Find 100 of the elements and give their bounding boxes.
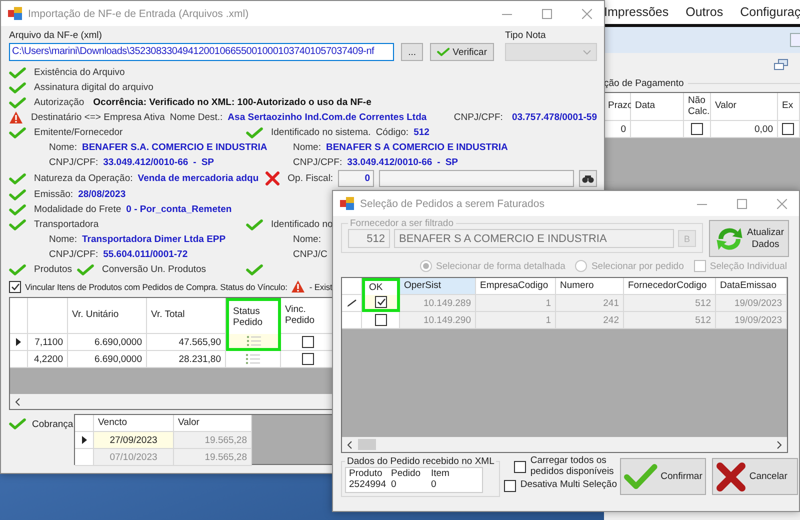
lookup-button[interactable] — [579, 170, 597, 187]
field-value: 2524994 — [349, 480, 387, 491]
field-label: Identificado no sistema. — [271, 127, 371, 138]
column-header[interactable]: OK — [362, 278, 400, 295]
warning-icon — [9, 111, 23, 124]
field-label: Assinatura digital do arquivo — [34, 82, 154, 93]
confirm-button[interactable]: Confirmar — [620, 458, 706, 495]
column-header[interactable]: Data — [631, 93, 684, 121]
cancel-button[interactable]: Cancelar — [712, 458, 798, 495]
column-header[interactable]: Ex — [778, 93, 800, 121]
row-header[interactable] — [342, 295, 362, 312]
checkbox[interactable] — [302, 353, 314, 365]
checkbox[interactable] — [504, 480, 516, 492]
field-value: 55.604.011/0001-72 — [103, 249, 188, 260]
field-value: BENAFER S.A. COMERCIO E INDUSTRIA — [82, 142, 268, 153]
close-icon — [777, 198, 787, 208]
check-icon — [246, 264, 263, 276]
field-label: CNPJ/CPF: — [49, 157, 98, 168]
field-label: CNPJ/CPF: — [454, 112, 504, 123]
table-cell: 512 — [624, 312, 716, 329]
table-cell: 07/10/2023 — [94, 449, 174, 466]
field-value: 0 — [391, 480, 398, 491]
radio-label: Selecionar por pedido — [591, 260, 684, 272]
window-title: Seleção de Pedidos a serem Faturados — [360, 198, 546, 210]
row-header[interactable] — [75, 432, 94, 449]
check-icon — [437, 47, 450, 57]
column-header[interactable]: Valor — [174, 415, 252, 432]
status-message: Ocorrência: Verificado no XML: 100-Autorizado o uso da NF-e — [93, 97, 372, 108]
list-icon — [246, 354, 260, 364]
maximize-icon — [542, 8, 552, 18]
table-cell: 6.690,0000 — [68, 351, 147, 368]
field-label: Item — [431, 469, 450, 480]
field-label: Modalidade do Frete — [34, 204, 122, 215]
app-icon — [8, 7, 22, 20]
field-value: BENAFER S A COMERCIO E INDUSTRIA — [326, 142, 508, 153]
table-cell: 6.690,0000 — [68, 334, 147, 351]
column-header[interactable]: Numero — [556, 278, 624, 295]
maximize-icon — [737, 198, 747, 208]
group-title: ção de Pagamento — [604, 78, 684, 88]
checkbox[interactable] — [782, 123, 794, 135]
caret-icon — [583, 50, 591, 54]
check-icon — [246, 126, 263, 138]
field-label: CNPJ/CPF: — [49, 249, 98, 260]
checkbox[interactable] — [302, 336, 314, 348]
table-cell: 512 — [624, 295, 716, 312]
windows-icon — [774, 58, 788, 70]
column-header[interactable]: Vencto — [94, 415, 174, 432]
cross-icon — [264, 171, 280, 186]
close-icon — [582, 8, 592, 18]
op-fiscal-field[interactable]: 0 — [338, 170, 374, 187]
checkbox[interactable] — [9, 280, 21, 292]
verify-button[interactable]: Verificar — [430, 43, 494, 61]
table-cell: 10.149.290 — [400, 312, 476, 329]
lookup-field[interactable] — [379, 170, 574, 187]
horizontal-scrollbar[interactable] — [342, 437, 787, 452]
checkbox[interactable] — [691, 123, 703, 135]
table-cell: 19.565,28 — [174, 449, 252, 466]
column-header[interactable]: Vr. Unitário — [68, 298, 147, 334]
menu-item[interactable]: Outros — [686, 5, 724, 19]
checkbox-label: Seleção Individual — [710, 260, 787, 272]
checkbox[interactable] — [375, 296, 387, 308]
column-header[interactable]: Valor — [711, 93, 778, 121]
table-cell: 1 — [476, 295, 556, 312]
field-value: Venda de mercadoria adqu — [138, 173, 259, 184]
menu-item[interactable]: Impressões — [604, 5, 669, 19]
check-icon — [77, 264, 94, 276]
menu-item[interactable]: Configuraç — [740, 5, 800, 19]
scroll-thumb[interactable] — [358, 439, 376, 450]
list-icon — [246, 336, 260, 346]
column-header[interactable]: Vr. Total — [147, 298, 226, 334]
row-header[interactable] — [10, 334, 28, 351]
table-cell: 242 — [556, 312, 624, 329]
table-cell: 7,1100 — [28, 334, 68, 351]
radio-label: Selecionar de forma detalhada — [436, 260, 566, 272]
column-header[interactable]: FornecedorCodigo — [624, 278, 716, 295]
field-label: Emitente/Fornecedor — [34, 127, 123, 138]
file-path-field[interactable]: C:\Users\marini\Downloads\35230833049412001066550010001037401057037409-nf — [9, 43, 394, 61]
column-header[interactable]: OperSist — [400, 278, 476, 295]
field-value: - — [437, 157, 440, 168]
field-value: 28/08/2023 — [78, 189, 126, 200]
checkbox[interactable] — [374, 314, 386, 326]
column-header[interactable]: Não Calc. — [684, 93, 711, 121]
checkbox[interactable] — [514, 460, 526, 473]
field-value: 0 - Por_conta_Remeten — [126, 204, 232, 215]
column-header[interactable]: EmpresaCodigo — [476, 278, 556, 295]
check-icon — [9, 82, 26, 94]
table-cell: 0,00 — [711, 121, 778, 138]
column-header[interactable]: DataEmissao — [716, 278, 787, 295]
browse-button[interactable]: ... — [401, 43, 423, 61]
refresh-button[interactable]: Atualizar Dados — [709, 220, 789, 257]
field-label: Op. Fiscal: — [288, 173, 334, 184]
column-header[interactable]: Status Pedido — [226, 298, 281, 334]
check-icon — [9, 218, 26, 230]
section-label: Cobrança — [32, 418, 74, 430]
table-cell: 47.565,90 — [147, 334, 226, 351]
field-label: Produto — [349, 469, 384, 480]
field-value: 33.049.412/0010-66 — [103, 157, 188, 168]
panel-button[interactable] — [790, 33, 800, 47]
table-cell: 241 — [556, 295, 624, 312]
field-label: Tipo Nota — [505, 30, 547, 41]
